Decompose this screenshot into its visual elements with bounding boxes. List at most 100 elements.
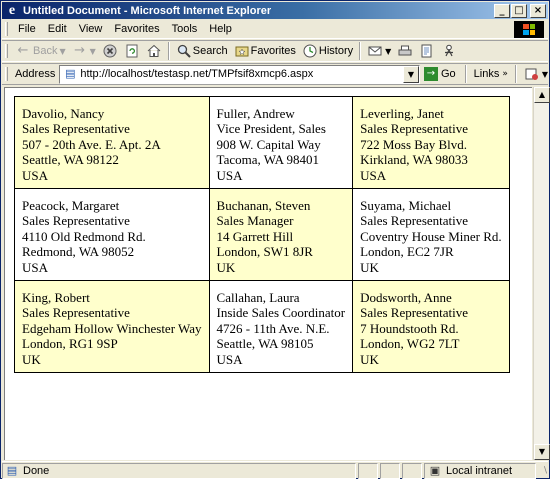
employee-title: Sales Representative xyxy=(360,305,469,321)
employee-title: Sales Representative xyxy=(360,213,469,229)
address-dropdown-button[interactable]: ▼ xyxy=(402,65,419,83)
employee-city: London, SW1 8JR xyxy=(216,244,313,260)
employee-country: USA xyxy=(216,351,243,367)
employee-address: Coventry House Miner Rd. xyxy=(360,228,502,244)
table-row: King, Robert Sales Representative Edgeham … xyxy=(14,280,510,373)
favorites-button[interactable]: Favorites xyxy=(231,41,299,61)
employee-cell: Davolio, Nancy Sales Representative 507 - … xyxy=(14,96,210,189)
address-url[interactable]: http://localhost/testasp.net/TMPfsif8xmc… xyxy=(80,68,403,80)
employee-title: Vice President, Sales xyxy=(216,121,326,137)
security-zone: ▣ Local intranet xyxy=(424,462,536,479)
close-button[interactable]: × xyxy=(530,3,546,18)
back-label: Back xyxy=(33,45,58,57)
edit-button[interactable] xyxy=(416,41,438,61)
address-bar: Address ▤ http://localhost/testasp.net/T… xyxy=(2,63,548,85)
page-icon: ▤ xyxy=(65,67,76,80)
menu-bar: File Edit View Favorites Tools Help xyxy=(2,20,548,39)
history-button[interactable]: History xyxy=(299,41,356,61)
toolbar-grip[interactable] xyxy=(5,22,8,36)
forward-button[interactable]: → ▼ xyxy=(69,41,99,61)
toolbar-separator xyxy=(167,42,170,60)
back-button[interactable]: ← Back ▼ xyxy=(12,41,69,61)
employee-cell: Buchanan, Steven Sales Manager 14 Garrett … xyxy=(208,188,354,281)
employee-country: USA xyxy=(216,167,243,183)
employee-city: London, WG2 7LT xyxy=(360,336,460,352)
chevron-down-icon[interactable]: ▼ xyxy=(385,47,391,56)
employee-country: USA xyxy=(360,167,387,183)
messenger-button[interactable] xyxy=(438,41,460,61)
employee-title: Sales Representative xyxy=(22,305,130,321)
history-icon xyxy=(302,43,318,59)
status-panel: ▤ Done xyxy=(2,462,356,479)
chevron-down-icon[interactable]: ▼ xyxy=(90,47,96,56)
favorites-label: Favorites xyxy=(250,45,296,57)
intranet-icon: ▣ xyxy=(429,463,441,477)
links-button[interactable]: Links » xyxy=(470,68,512,80)
employee-title: Sales Representative xyxy=(22,121,130,137)
employee-name: Dodsworth, Anne xyxy=(360,290,452,305)
employee-country: UK xyxy=(360,259,379,275)
menu-tools[interactable]: Tools xyxy=(166,23,204,35)
window-title: Untitled Document - Microsoft Internet E… xyxy=(23,4,272,17)
links-label: Links xyxy=(473,68,500,80)
employee-country: UK xyxy=(216,259,236,275)
employee-name: Suyama, Michael xyxy=(360,198,452,213)
status-cell xyxy=(380,462,400,479)
edit-page-icon xyxy=(419,43,435,59)
chevron-right-icon: » xyxy=(502,69,508,79)
messenger-icon xyxy=(441,43,457,59)
go-label: Go xyxy=(440,68,456,80)
search-button[interactable]: Search xyxy=(173,41,231,61)
mail-button[interactable]: ▼ xyxy=(364,41,394,61)
stop-icon xyxy=(102,43,118,59)
employee-city: London, RG1 9SP xyxy=(22,336,118,352)
employee-title: Inside Sales Coordinator xyxy=(216,305,346,321)
scroll-up-button[interactable]: ▲ xyxy=(534,87,550,103)
employee-cell: Peacock, Margaret Sales Representative 411… xyxy=(14,188,210,281)
search-label: Search xyxy=(192,45,228,57)
employee-title: Sales Representative xyxy=(22,213,130,229)
window-controls: _ □ × xyxy=(493,3,546,18)
table-row: Davolio, Nancy Sales Representative 507 - … xyxy=(14,96,510,189)
employee-city: Seattle, WA 98122 xyxy=(22,152,119,168)
chevron-down-icon[interactable]: ▼ xyxy=(59,47,65,56)
employee-table: Davolio, Nancy Sales Representative 507 - … xyxy=(14,96,510,373)
address-input[interactable]: ▤ http://localhost/testasp.net/TMPfsif8x… xyxy=(59,64,420,84)
minimize-button[interactable]: _ xyxy=(494,3,510,18)
employee-address: 7 Houndstooth Rd. xyxy=(360,320,459,336)
toolbar-grip[interactable] xyxy=(5,67,8,81)
toolbar-separator xyxy=(464,65,467,83)
employee-city: Seattle, WA 98105 xyxy=(216,336,314,352)
toolbar-grip[interactable] xyxy=(5,44,8,58)
refresh-button[interactable] xyxy=(121,41,143,61)
chevron-down-icon[interactable]: ▼ xyxy=(542,70,548,79)
employee-address: 908 W. Capital Way xyxy=(216,136,321,152)
menu-help[interactable]: Help xyxy=(203,23,238,35)
employee-city: Kirkland, WA 98033 xyxy=(360,152,468,168)
menu-file[interactable]: File xyxy=(12,23,42,35)
menu-edit[interactable]: Edit xyxy=(42,23,73,35)
resize-grip-icon[interactable]: ∖ xyxy=(536,463,548,479)
title-bar[interactable]: e Untitled Document - Microsoft Internet… xyxy=(2,2,548,19)
vertical-scrollbar[interactable]: ▲ ▼ xyxy=(533,87,550,460)
employee-city: Redmond, WA 98052 xyxy=(22,244,135,260)
status-cell xyxy=(358,462,378,479)
status-bar: ▤ Done ▣ Local intranet ∖ xyxy=(2,461,548,479)
extension-button[interactable]: ▼ xyxy=(520,66,548,82)
home-button[interactable] xyxy=(143,41,165,61)
employee-country: UK xyxy=(22,351,41,367)
scroll-down-button[interactable]: ▼ xyxy=(534,444,550,460)
history-label: History xyxy=(318,45,354,57)
go-button[interactable]: → Go xyxy=(420,67,462,81)
menu-favorites[interactable]: Favorites xyxy=(108,23,165,35)
toolbar-separator xyxy=(514,65,517,83)
maximize-button[interactable]: □ xyxy=(511,3,527,18)
table-row: Peacock, Margaret Sales Representative 411… xyxy=(14,188,510,281)
stop-button[interactable] xyxy=(99,41,121,61)
employee-cell: Callahan, Laura Inside Sales Coordinator 4… xyxy=(208,280,354,373)
menu-view[interactable]: View xyxy=(73,23,109,35)
status-text: Done xyxy=(23,464,50,477)
search-icon xyxy=(176,43,192,59)
favorites-folder-icon xyxy=(234,43,250,59)
print-button[interactable] xyxy=(394,41,416,61)
